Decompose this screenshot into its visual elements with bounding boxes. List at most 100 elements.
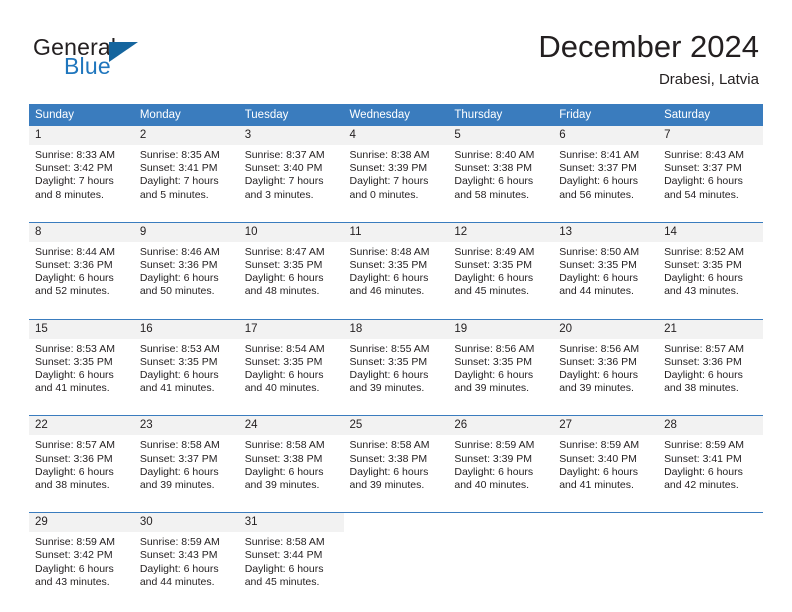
day-number [343,513,449,533]
day-cell[interactable]: 29 Sunrise: 8:59 AM Sunset: 3:42 PM Dayligh… [29,513,134,595]
day-cell[interactable]: 12 Sunrise: 8:49 AM Sunset: 3:35 PM Dayligh… [448,222,554,305]
day-cell[interactable]: 23 Sunrise: 8:58 AM Sunset: 3:37 PM Dayligh… [133,416,239,498]
day-cell[interactable]: 14 Sunrise: 8:52 AM Sunset: 3:35 PM Dayligh… [658,222,763,304]
weekday-header-saturday: Saturday [658,104,763,126]
daylight-text-line1: Daylight: 6 hours [35,369,114,382]
daylight-text-line2: and 48 minutes. [244,285,320,298]
daylight-text-line2: and 52 minutes. [35,285,110,298]
day-cell[interactable]: 31 Sunrise: 8:58 AM Sunset: 3:44 PM Dayligh… [238,513,344,595]
location-label: Drabesi, Latvia [658,71,759,88]
day-cell[interactable]: 5 Sunrise: 8:40 AM Sunset: 3:38 PM Daylight… [448,126,554,208]
sunset-text: Sunset: 3:35 PM [559,259,637,272]
sunrise-text: Sunrise: 8:38 AM [349,149,430,161]
daylight-text-line1: Daylight: 6 hours [35,562,114,575]
day-number: 29 [29,513,134,533]
day-cell[interactable]: 24 Sunrise: 8:58 AM Sunset: 3:38 PM Dayligh… [238,416,344,498]
day-details: Sunrise: 8:57 AM Sunset: 3:36 PM Daylight:… [29,435,134,498]
day-details: Sunrise: 8:47 AM Sunset: 3:35 PM Daylight:… [239,242,344,305]
day-cell[interactable]: 25 Sunrise: 8:58 AM Sunset: 3:38 PM Dayligh… [343,416,449,498]
sunrise-text: Sunrise: 8:59 AM [139,536,220,549]
day-number: 28 [658,416,763,436]
sunrise-text: Sunrise: 8:56 AM [559,342,640,355]
sunrise-text: Sunrise: 8:55 AM [349,342,430,355]
day-cell[interactable]: 11 Sunrise: 8:48 AM Sunset: 3:35 PM Dayligh… [343,222,449,305]
sunset-text: Sunset: 3:40 PM [559,452,637,465]
day-cell[interactable]: 21 Sunrise: 8:57 AM Sunset: 3:36 PM Dayligh… [658,319,763,401]
sunset-text: Sunset: 3:37 PM [559,162,637,175]
daylight-text-line1: Daylight: 6 hours [244,465,324,478]
day-details: Sunrise: 8:53 AM Sunset: 3:35 PM Daylight:… [29,339,134,402]
day-details: Sunrise: 8:35 AM Sunset: 3:41 PM Daylight:… [134,145,239,208]
sunset-text: Sunset: 3:35 PM [35,355,113,368]
day-details: Sunrise: 8:48 AM Sunset: 3:35 PM Daylight:… [344,242,449,305]
week-separator [29,401,763,417]
day-number: 15 [29,319,134,339]
weekday-header-tuesday: Tuesday [238,104,344,126]
day-cell[interactable]: 16 Sunrise: 8:53 AM Sunset: 3:35 PM Dayligh… [133,319,239,401]
day-cell[interactable]: 18 Sunrise: 8:55 AM Sunset: 3:35 PM Dayligh… [343,319,449,401]
daylight-text-line1: Daylight: 6 hours [559,465,639,478]
daylight-text-line2: and 39 minutes. [454,382,530,395]
day-cell[interactable]: 7 Sunrise: 8:43 AM Sunset: 3:37 PM Daylight… [658,126,763,208]
weekday-header-friday: Friday [553,104,659,126]
day-cell[interactable]: 20 Sunrise: 8:56 AM Sunset: 3:36 PM Dayligh… [553,319,659,401]
daylight-text-line2: and 41 minutes. [139,382,215,395]
daylight-text-line2: and 39 minutes. [244,479,320,492]
sunset-text: Sunset: 3:35 PM [454,355,533,368]
day-cell[interactable]: 4 Sunrise: 8:38 AM Sunset: 3:39 PM Daylight… [343,126,449,208]
daylight-text-line2: and 39 minutes. [559,382,634,395]
sunrise-text: Sunrise: 8:50 AM [559,245,640,258]
daylight-text-line1: Daylight: 6 hours [349,465,429,478]
sunset-text: Sunset: 3:35 PM [349,259,428,272]
sunset-text: Sunset: 3:35 PM [664,259,742,272]
day-number: 13 [553,222,659,242]
day-cell[interactable]: 6 Sunrise: 8:41 AM Sunset: 3:37 PM Daylight… [553,126,659,208]
day-details [344,532,449,542]
daylight-text-line2: and 45 minutes. [244,575,320,588]
day-cell[interactable]: 15 Sunrise: 8:53 AM Sunset: 3:35 PM Dayligh… [29,319,134,401]
daylight-text-line2: and 40 minutes. [244,382,320,395]
day-details: Sunrise: 8:52 AM Sunset: 3:35 PM Daylight:… [658,242,763,305]
day-cell[interactable]: 3 Sunrise: 8:37 AM Sunset: 3:40 PM Daylight… [238,126,344,208]
sunrise-text: Sunrise: 8:37 AM [244,149,325,161]
day-cell[interactable]: 17 Sunrise: 8:54 AM Sunset: 3:35 PM Dayligh… [238,319,344,401]
day-number: 27 [553,416,659,436]
daylight-text-line1: Daylight: 6 hours [139,562,219,575]
day-details: Sunrise: 8:40 AM Sunset: 3:38 PM Daylight:… [448,145,553,208]
day-number: 5 [448,126,554,145]
day-cell[interactable]: 8 Sunrise: 8:44 AM Sunset: 3:36 PM Daylight… [29,222,134,304]
general-blue-logo[interactable]: General Blue [33,34,233,86]
daylight-text-line1: Daylight: 7 hours [139,175,219,188]
weekday-header-wednesday: Wednesday [343,104,449,126]
day-details: Sunrise: 8:49 AM Sunset: 3:35 PM Daylight:… [448,242,553,305]
sunrise-text: Sunrise: 8:56 AM [454,342,535,355]
day-cell[interactable]: 9 Sunrise: 8:46 AM Sunset: 3:36 PM Daylight… [133,222,239,305]
daylight-text-line1: Daylight: 6 hours [559,369,639,382]
day-cell[interactable]: 19 Sunrise: 8:56 AM Sunset: 3:35 PM Dayligh… [448,319,554,401]
sunrise-text: Sunrise: 8:53 AM [35,342,115,355]
day-cell[interactable]: 22 Sunrise: 8:57 AM Sunset: 3:36 PM Dayligh… [29,416,134,498]
day-number: 2 [133,126,239,145]
daylight-text-line1: Daylight: 6 hours [244,562,324,575]
day-number: 7 [658,126,763,145]
day-number: 21 [658,319,763,339]
daylight-text-line2: and 58 minutes. [454,188,530,201]
calendar-week-row: 22 Sunrise: 8:57 AM Sunset: 3:36 PM Dayligh… [29,416,763,498]
daylight-text-line1: Daylight: 6 hours [664,175,743,188]
day-number [658,513,763,533]
day-cell[interactable]: 30 Sunrise: 8:59 AM Sunset: 3:43 PM Dayligh… [133,513,239,595]
daylight-text-line2: and 44 minutes. [559,285,634,298]
day-cell[interactable]: 27 Sunrise: 8:59 AM Sunset: 3:40 PM Dayligh… [553,416,659,498]
day-cell[interactable]: 13 Sunrise: 8:50 AM Sunset: 3:35 PM Dayligh… [553,222,659,304]
day-cell[interactable]: 28 Sunrise: 8:59 AM Sunset: 3:41 PM Dayligh… [658,416,763,498]
weekday-header-thursday: Thursday [448,104,554,126]
sunrise-text: Sunrise: 8:59 AM [559,439,640,452]
day-cell[interactable]: 2 Sunrise: 8:35 AM Sunset: 3:41 PM Daylight… [133,126,239,208]
day-cell[interactable]: 1 Sunrise: 8:33 AM Sunset: 3:42 PM Daylight… [29,126,134,208]
day-cell[interactable]: 26 Sunrise: 8:59 AM Sunset: 3:39 PM Dayligh… [448,416,554,498]
day-details: Sunrise: 8:46 AM Sunset: 3:36 PM Daylight:… [134,242,239,305]
day-cell[interactable]: 10 Sunrise: 8:47 AM Sunset: 3:35 PM Dayligh… [238,222,344,305]
sunset-text: Sunset: 3:39 PM [349,162,428,175]
day-number [553,513,659,533]
day-number: 16 [133,319,239,339]
